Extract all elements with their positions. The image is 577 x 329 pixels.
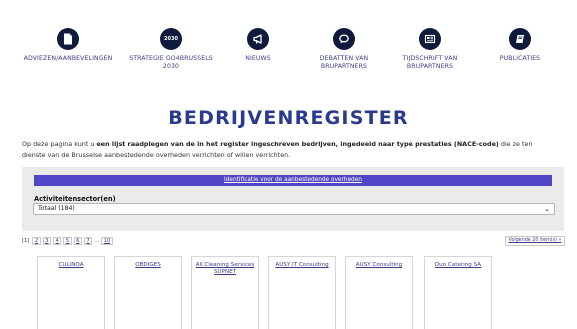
filter-panel: Identificatie voor de aanbestedende over… [22,167,564,231]
nav-item-tijdschrift[interactable]: TIJDSCHRIFT VAN BRUPARTNERS [382,28,478,71]
nav-item-publicaties[interactable]: PUBLICATIES [472,28,568,63]
sector-label: Activiteitensector(en) [34,195,116,203]
company-card[interactable]: OBDIGES [114,256,182,329]
book-icon [509,28,531,50]
chevron-down-icon: ⌄ [544,205,550,213]
company-name[interactable]: CULINOA [58,262,83,268]
document-icon [57,28,79,50]
company-card[interactable]: CULINOA [37,256,105,329]
nav-label: DEBATTEN VAN BRUPARTNERS [319,55,369,70]
nav-label: STRATEGIE GO4BRUSSELS 2030 [129,55,213,70]
intro-text: Op deze pagina kunt u een lijst raadpleg… [22,140,533,159]
sector-select[interactable]: Totaal (184) ⌄ [33,203,555,215]
identification-link[interactable]: Identificatie voor de aanbestedende over… [34,175,552,186]
page-link-last[interactable]: 10 [101,237,113,245]
strategy-2030-icon: 2030 [160,28,182,50]
page-link[interactable]: 3 [42,237,51,245]
company-name[interactable]: Duo Catering SA [435,262,481,268]
sector-select-value: Totaal (184) [38,205,75,212]
nav-label: ADVIEZEN/AANBEVELINGEN [23,55,113,62]
pagination-ellipsis: ... [94,238,100,244]
company-name[interactable]: AUSY IT Consulting [275,262,328,268]
nav-item-debatten[interactable]: DEBATTEN VAN BRUPARTNERS [296,28,392,71]
chat-bubbles-icon [333,28,355,50]
page-link[interactable]: 6 [73,237,82,245]
company-card[interactable]: AUSY IT Consulting [268,256,336,329]
nav-label: PUBLICATIES [499,55,541,62]
nav-item-strategie[interactable]: 2030 STRATEGIE GO4BRUSSELS 2030 [123,28,219,71]
nav-label: NIEUWS [245,55,271,62]
company-name[interactable]: OBDIGES [135,262,161,268]
nav-item-nieuws[interactable]: NIEUWS [210,28,306,63]
pagination: [1] 2 3 4 5 6 7 ... 10 [22,236,113,246]
page-link[interactable]: 2 [32,237,41,245]
nav-label: TIJDSCHRIFT VAN BRUPARTNERS [402,55,458,70]
next-page-link[interactable]: Volgende 20 item(s) » [505,236,565,246]
page-link[interactable]: 5 [63,237,72,245]
company-card[interactable]: Duo Catering SA [424,256,492,329]
company-name[interactable]: AUSY Consulting [356,262,402,268]
megaphone-icon [247,28,269,50]
page-title: BEDRIJVENREGISTER [168,107,409,129]
newspaper-icon [419,28,441,50]
page-link[interactable]: 4 [52,237,62,245]
company-card[interactable]: All Cleaning Services SUPNET [191,256,259,329]
current-page: [1] [22,238,30,244]
nav-item-adviezen[interactable]: ADVIEZEN/AANBEVELINGEN [20,28,116,63]
top-navigation: ADVIEZEN/AANBEVELINGEN 2030 STRATEGIE GO… [0,28,577,78]
company-card[interactable]: AUSY Consulting [345,256,413,329]
company-name[interactable]: All Cleaning Services SUPNET [196,262,255,275]
page-link[interactable]: 7 [83,237,93,245]
